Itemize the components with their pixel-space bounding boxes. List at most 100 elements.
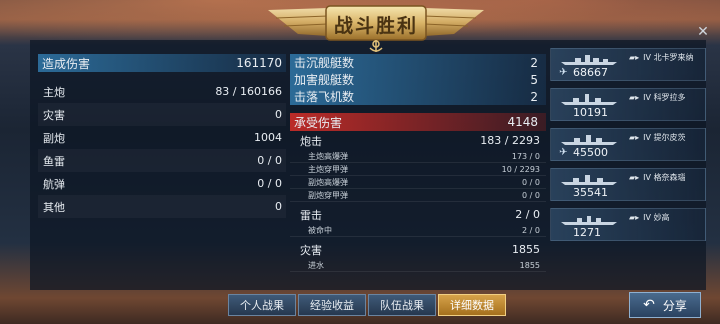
ship-tier: IV <box>643 53 652 62</box>
ship-card[interactable]: ▰▸ IV 北卡罗来纳 ✈ 68667 <box>550 48 706 81</box>
damage-row: 副炮 1004 <box>38 126 286 149</box>
ship-silhouette-icon <box>561 135 617 145</box>
team-ship-list: ▰▸ IV 北卡罗来纳 ✈ 68667 ▰▸ IV 科罗拉多 10191 ▰▸ IV … <box>550 48 706 248</box>
ship-silhouette-icon <box>561 175 617 185</box>
damage-dealt-header: 造成伤害 161170 <box>38 54 286 72</box>
ship-name: 科罗拉多 <box>653 93 686 102</box>
ship-damage: 35541 <box>573 186 608 199</box>
damage-row-label: 鱼雷 <box>43 154 65 168</box>
group-label: 雷击 <box>300 208 322 222</box>
tab-personal-result[interactable]: 个人战果 <box>228 294 296 316</box>
sub-label: 副炮穿甲弹 <box>308 190 348 200</box>
ship-name: 格奈森瑙 <box>653 173 686 182</box>
tab-team-result[interactable]: 队伍战果 <box>368 294 436 316</box>
group-value: 2 / 0 <box>515 208 540 221</box>
ship-silhouette-icon <box>561 216 617 225</box>
share-button[interactable]: ↶ 分享 <box>629 292 701 318</box>
damage-row-label: 副炮 <box>43 131 65 145</box>
ship-name: 妙高 <box>653 213 670 222</box>
received-group-row: 雷击 2 / 0 <box>290 205 546 224</box>
ship-damage: 1271 <box>573 226 601 239</box>
camera-icon: ▰▸ <box>629 133 640 142</box>
close-icon[interactable]: ✕ <box>692 24 714 40</box>
camera-icon: ▰▸ <box>629 93 640 102</box>
damage-row-label: 其他 <box>43 200 65 214</box>
damaged-ships-row: 加害舰艇数 5 <box>290 71 546 88</box>
damage-received-header: 承受伤害 4148 <box>290 113 546 131</box>
sub-value: 0 / 0 <box>522 177 540 187</box>
ship-silhouette-icon <box>561 55 617 65</box>
damage-dealt-label: 造成伤害 <box>42 56 91 71</box>
group-value: 1855 <box>512 243 540 256</box>
planes-shot-row: 击落飞机数 2 <box>290 88 546 105</box>
sub-value: 173 / 0 <box>511 151 540 161</box>
ship-tier-name: ▰▸ IV 格奈森瑙 <box>629 172 686 183</box>
camera-icon: ▰▸ <box>629 53 640 62</box>
ship-tier: IV <box>643 93 652 102</box>
ship-card[interactable]: ▰▸ IV 格奈森瑙 35541 <box>550 168 706 201</box>
stat-label: 击沉舰艇数 <box>294 56 355 70</box>
damage-received-value: 4148 <box>507 115 538 129</box>
stat-value: 2 <box>530 55 538 70</box>
damage-row-value: 0 / 0 <box>257 154 282 167</box>
title-emblem: 战斗胜利 <box>258 0 494 54</box>
sub-label: 被命中 <box>308 225 332 235</box>
received-sub-row: 副炮穿甲弹 0 / 0 <box>290 189 546 202</box>
sub-label: 主炮穿甲弹 <box>308 164 348 174</box>
ship-card[interactable]: ▰▸ IV 科罗拉多 10191 <box>550 88 706 121</box>
camera-icon: ▰▸ <box>629 213 640 222</box>
received-group-row: 灾害 1855 <box>290 240 546 259</box>
sub-value: 10 / 2293 <box>501 164 540 174</box>
damage-row: 灾害 0 <box>38 103 286 126</box>
result-tabs: 个人战果 经验收益 队伍战果 详细数据 <box>228 294 508 318</box>
damage-row-value: 1004 <box>254 131 282 144</box>
group-label: 灾害 <box>300 243 322 257</box>
ship-tier-name: ▰▸ IV 北卡罗来纳 <box>629 52 694 63</box>
group-label: 炮击 <box>300 134 322 148</box>
sub-label: 副炮高爆弹 <box>308 177 348 187</box>
ship-tier: IV <box>643 213 652 222</box>
ship-name: 北卡罗来纳 <box>653 53 694 62</box>
received-group-row: 炮击 183 / 2293 <box>290 131 546 150</box>
plane-icon: ✈ <box>559 147 568 158</box>
stat-value: 5 <box>530 72 538 87</box>
damage-row-value: 0 / 0 <box>257 177 282 190</box>
kills-row: 击沉舰艇数 2 <box>290 54 546 71</box>
damage-received-label: 承受伤害 <box>294 115 343 130</box>
sub-value: 2 / 0 <box>522 225 540 235</box>
battle-stats-section: 击沉舰艇数 2 加害舰艇数 5 击落飞机数 2 承受伤害 4148 炮击 183… <box>290 54 546 272</box>
damage-row-value: 0 <box>275 200 282 213</box>
sub-label: 进水 <box>308 260 324 270</box>
received-sub-row: 主炮穿甲弹 10 / 2293 <box>290 163 546 176</box>
damage-dealt-section: 造成伤害 161170 主炮 83 / 160166 灾害 0 副炮 1004 … <box>38 54 286 218</box>
damage-row-label: 灾害 <box>43 108 65 122</box>
camera-icon: ▰▸ <box>629 173 640 182</box>
damage-row: 鱼雷 0 / 0 <box>38 149 286 172</box>
tab-experience-gain[interactable]: 经验收益 <box>298 294 366 316</box>
damage-row: 其他 0 <box>38 195 286 218</box>
stat-label: 加害舰艇数 <box>294 73 355 87</box>
ship-damage: 10191 <box>573 106 608 119</box>
sub-value: 0 / 0 <box>522 190 540 200</box>
received-sub-row: 副炮高爆弹 0 / 0 <box>290 176 546 189</box>
damage-row-value: 0 <box>275 108 282 121</box>
received-sub-row: 被命中 2 / 0 <box>290 224 546 237</box>
ship-tier-name: ▰▸ IV 提尔皮茨 <box>629 132 686 143</box>
ship-silhouette-icon <box>561 94 617 105</box>
damage-dealt-value: 161170 <box>236 56 282 70</box>
received-sub-row: 主炮高爆弹 173 / 0 <box>290 150 546 163</box>
damage-row: 主炮 83 / 160166 <box>38 80 286 103</box>
damage-row-label: 主炮 <box>43 85 65 99</box>
sub-label: 主炮高爆弹 <box>308 151 348 161</box>
ship-damage: 68667 <box>573 66 608 79</box>
share-label: 分享 <box>662 298 687 313</box>
tab-detailed-data[interactable]: 详细数据 <box>438 294 506 316</box>
page-title: 战斗胜利 <box>333 15 418 37</box>
damage-row-value: 83 / 160166 <box>215 85 282 98</box>
damage-row-label: 航弹 <box>43 177 65 191</box>
ship-tier-name: ▰▸ IV 妙高 <box>629 212 670 223</box>
ship-tier-name: ▰▸ IV 科罗拉多 <box>629 92 686 103</box>
ship-name: 提尔皮茨 <box>653 133 686 142</box>
ship-card[interactable]: ▰▸ IV 妙高 1271 <box>550 208 706 241</box>
ship-card[interactable]: ▰▸ IV 提尔皮茨 ✈ 45500 <box>550 128 706 161</box>
